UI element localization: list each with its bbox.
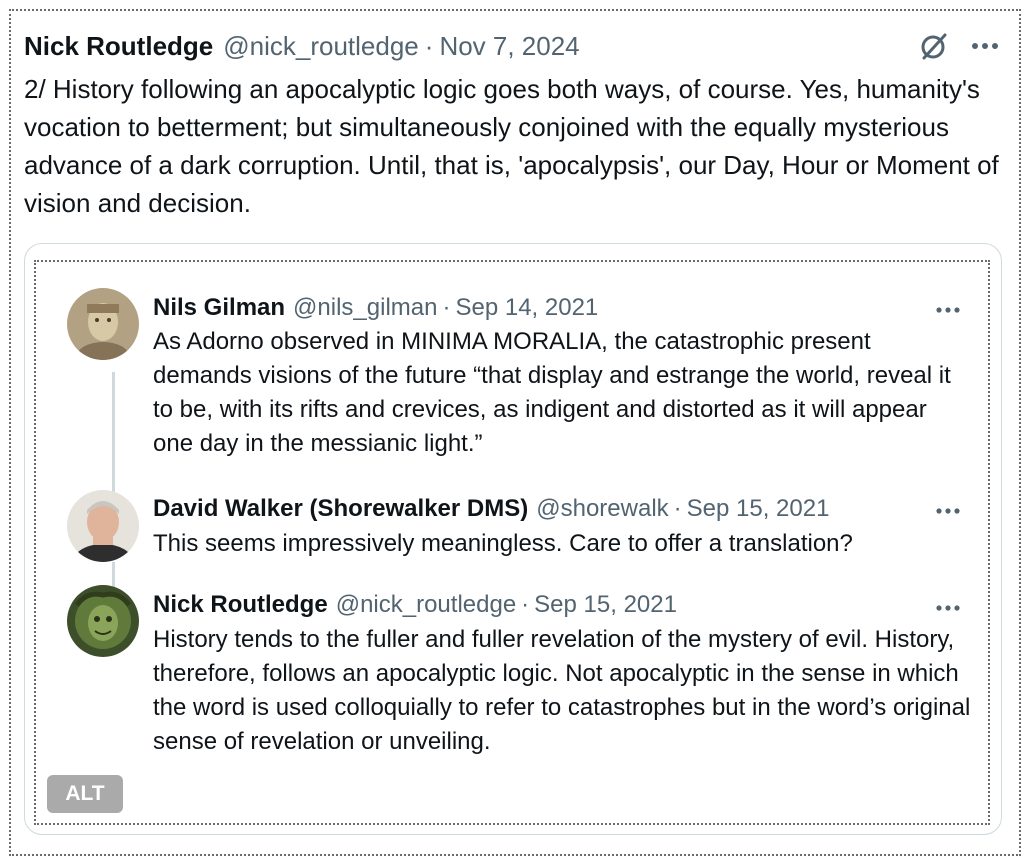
reply-text: This seems impressively meaningless. Car… bbox=[153, 530, 853, 557]
reply-author-name[interactable]: Nils Gilman bbox=[153, 294, 285, 322]
post-author-name[interactable]: Nick Routledge bbox=[24, 31, 213, 62]
reply-more-options-icon[interactable] bbox=[932, 501, 964, 521]
grok-icon[interactable] bbox=[918, 30, 950, 62]
reply-separator: · bbox=[521, 591, 530, 618]
reply-author-handle[interactable]: @nick_routledge bbox=[336, 591, 516, 619]
reply-date[interactable]: Sep 15, 2021 bbox=[687, 495, 830, 523]
screenshot-thread: Nils Gilman @nils_gilman · Sep 14, 2021 … bbox=[34, 260, 990, 825]
reply-separator: · bbox=[442, 294, 451, 321]
reply-separator: · bbox=[673, 495, 682, 522]
reply-text: History tends to the fuller and fuller r… bbox=[153, 626, 971, 755]
post-text: 2/ History following an apocalyptic logi… bbox=[24, 74, 999, 218]
reply-header: David Walker (Shorewalker DMS) @shorewal… bbox=[153, 494, 829, 524]
post-separator: · bbox=[424, 30, 434, 61]
alt-text-badge[interactable]: ALT bbox=[47, 775, 123, 813]
reply-date[interactable]: Sep 14, 2021 bbox=[455, 294, 598, 322]
post-date[interactable]: Nov 7, 2024 bbox=[439, 31, 579, 62]
reply-date[interactable]: Sep 15, 2021 bbox=[534, 591, 677, 619]
reply-author-handle[interactable]: @nils_gilman bbox=[293, 294, 437, 322]
reply-author-name[interactable]: David Walker (Shorewalker DMS) bbox=[153, 495, 528, 523]
reply-header: Nils Gilman @nils_gilman · Sep 14, 2021 bbox=[153, 293, 598, 323]
avatar-nils-gilman[interactable] bbox=[67, 288, 139, 360]
reply-more-options-icon[interactable] bbox=[932, 598, 964, 618]
avatar-david-walker[interactable] bbox=[67, 490, 139, 562]
post-header: Nick Routledge @nick_routledge · Nov 7, … bbox=[24, 30, 924, 62]
avatar-nick-routledge[interactable] bbox=[67, 585, 139, 657]
thread-connector bbox=[112, 372, 115, 498]
attached-image[interactable]: Nils Gilman @nils_gilman · Sep 14, 2021 … bbox=[24, 243, 1002, 835]
reply-author-name[interactable]: Nick Routledge bbox=[153, 591, 328, 619]
post-author-handle[interactable]: @nick_routledge bbox=[223, 31, 419, 62]
reply-author-handle[interactable]: @shorewalk bbox=[536, 495, 668, 523]
reply-more-options-icon[interactable] bbox=[932, 300, 964, 320]
reply-text: As Adorno observed in MINIMA MORALIA, th… bbox=[153, 328, 951, 457]
reply-header: Nick Routledge @nick_routledge · Sep 15,… bbox=[153, 590, 677, 620]
more-options-icon[interactable] bbox=[968, 34, 1002, 58]
